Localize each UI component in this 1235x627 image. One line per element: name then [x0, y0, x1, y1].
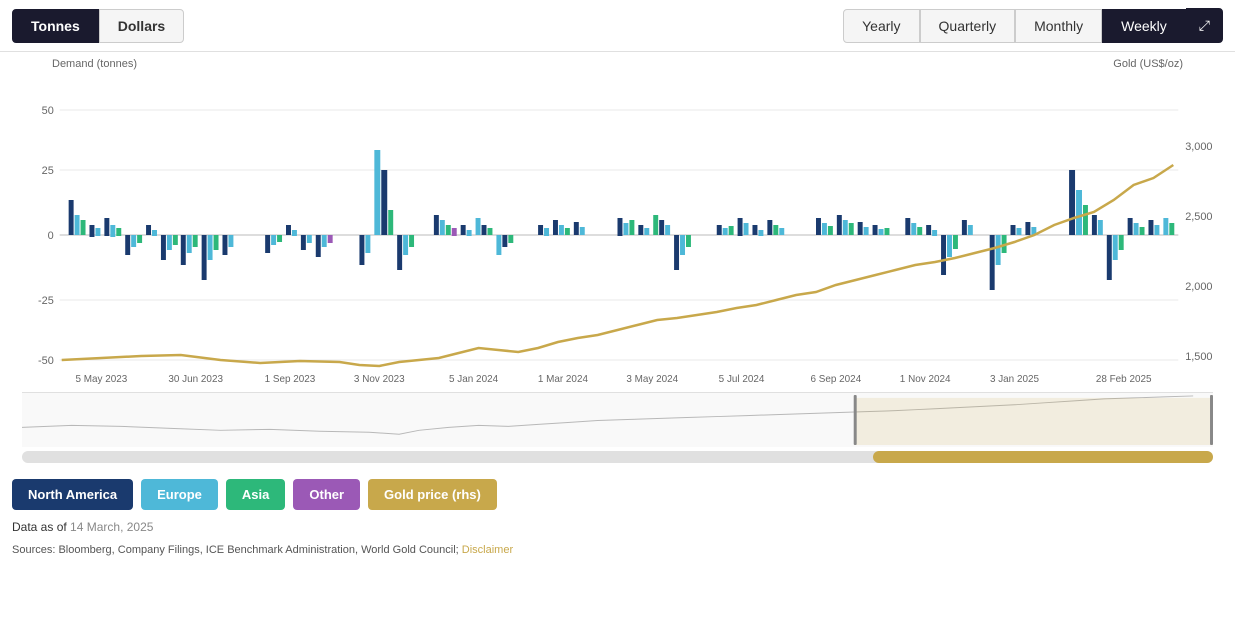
svg-text:2,000: 2,000 — [1185, 281, 1212, 293]
svg-text:1 Sep 2023: 1 Sep 2023 — [265, 374, 316, 385]
scrollbar-thumb[interactable] — [873, 451, 1213, 463]
tonnes-button[interactable]: Tonnes — [12, 9, 99, 43]
expand-button[interactable]: ⤢ — [1186, 8, 1223, 43]
svg-text:3,000: 3,000 — [1185, 141, 1212, 153]
sources-text: Sources: Bloomberg, Company Filings, ICE… — [12, 544, 459, 556]
legend-asia[interactable]: Asia — [226, 479, 285, 510]
svg-text:3 Jan 2025: 3 Jan 2025 — [990, 374, 1040, 385]
legend-other[interactable]: Other — [293, 479, 360, 510]
right-axis-label: Gold (US$/oz) — [1113, 58, 1183, 70]
svg-text:50: 50 — [42, 105, 54, 117]
chart-container: Demand (tonnes) Gold (US$/oz) 50 25 0 -2… — [0, 56, 1235, 463]
svg-text:-25: -25 — [38, 295, 54, 307]
svg-text:1 Mar 2024: 1 Mar 2024 — [538, 374, 589, 385]
legend: North America Europe Asia Other Gold pri… — [0, 467, 1235, 514]
unit-toggle: Tonnes Dollars — [12, 9, 184, 43]
yearly-button[interactable]: Yearly — [843, 9, 919, 43]
dollars-button[interactable]: Dollars — [99, 9, 184, 43]
main-chart: 50 25 0 -25 -50 3,000 2,500 2,000 1,500 … — [22, 70, 1213, 390]
period-toggle: Yearly Quarterly Monthly Weekly ⤢ — [843, 8, 1223, 43]
disclaimer-link[interactable]: Disclaimer — [462, 544, 513, 556]
svg-text:1 Nov 2024: 1 Nov 2024 — [900, 374, 951, 385]
data-info: Data as of 14 March, 2025 — [0, 514, 1235, 540]
data-as-of-date: 14 March, 2025 — [70, 520, 153, 534]
svg-text:3 May 2024: 3 May 2024 — [626, 374, 678, 385]
legend-gold-price[interactable]: Gold price (rhs) — [368, 479, 497, 510]
svg-text:25: 25 — [42, 165, 54, 177]
header: Tonnes Dollars Yearly Quarterly Monthly … — [0, 0, 1235, 52]
svg-text:2,500: 2,500 — [1185, 211, 1212, 223]
svg-text:0: 0 — [48, 230, 54, 242]
scrollbar-track — [22, 451, 1213, 463]
svg-text:30 Jun 2023: 30 Jun 2023 — [168, 374, 223, 385]
quarterly-button[interactable]: Quarterly — [920, 9, 1016, 43]
minimap-svg — [22, 393, 1213, 447]
legend-europe[interactable]: Europe — [141, 479, 218, 510]
data-as-of-label: Data as of — [12, 520, 67, 534]
left-axis-label: Demand (tonnes) — [52, 58, 137, 70]
svg-text:1,500: 1,500 — [1185, 351, 1212, 363]
weekly-button[interactable]: Weekly — [1102, 9, 1186, 43]
svg-text:5 Jan 2024: 5 Jan 2024 — [449, 374, 499, 385]
svg-text:28 Feb 2025: 28 Feb 2025 — [1096, 374, 1152, 385]
svg-text:6 Sep 2024: 6 Sep 2024 — [810, 374, 861, 385]
axis-labels: Demand (tonnes) Gold (US$/oz) — [12, 56, 1223, 70]
svg-text:3 Nov 2023: 3 Nov 2023 — [354, 374, 405, 385]
legend-north-america[interactable]: North America — [12, 479, 133, 510]
svg-text:5 Jul 2024: 5 Jul 2024 — [719, 374, 765, 385]
chart-svg: 50 25 0 -25 -50 3,000 2,500 2,000 1,500 … — [22, 70, 1213, 390]
svg-text:5 May 2023: 5 May 2023 — [75, 374, 127, 385]
svg-text:-50: -50 — [38, 355, 54, 367]
monthly-button[interactable]: Monthly — [1015, 9, 1102, 43]
sources: Sources: Bloomberg, Company Filings, ICE… — [0, 540, 1235, 564]
minimap[interactable] — [22, 392, 1213, 447]
